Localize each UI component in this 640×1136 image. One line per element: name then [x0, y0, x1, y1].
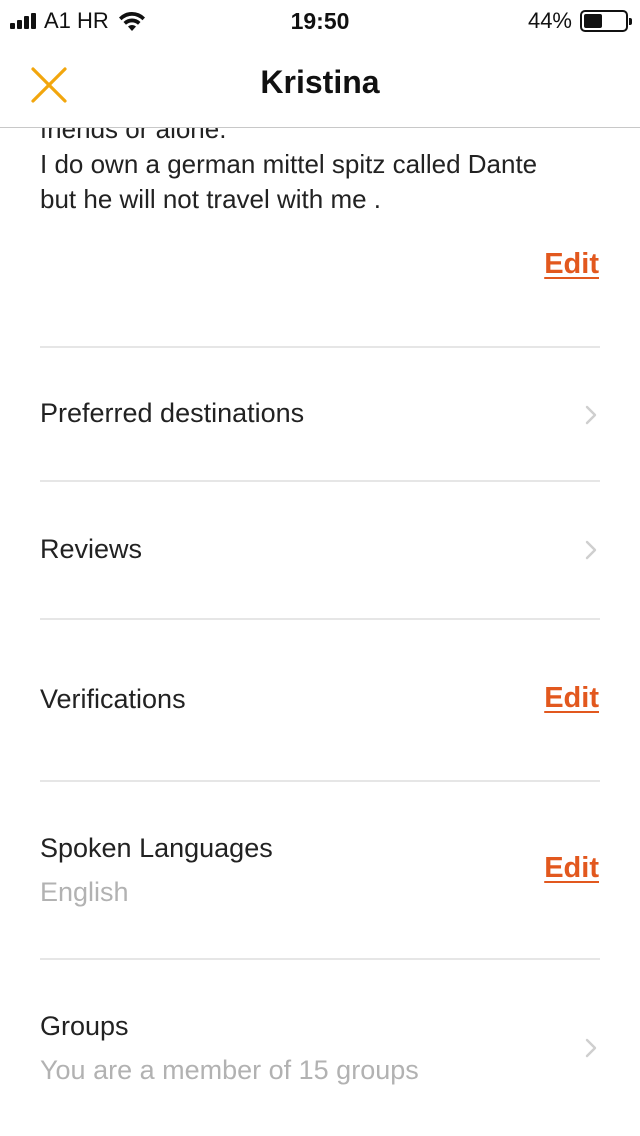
- page-title: Kristina: [260, 64, 380, 100]
- battery-percent: 44%: [527, 8, 572, 33]
- spoken-languages-value: English: [40, 877, 129, 907]
- reviews-label: Reviews: [40, 534, 143, 564]
- profile-content[interactable]: friends or alone. I do own a german mitt…: [0, 128, 640, 1136]
- spoken-languages-edit-button[interactable]: Edit: [544, 852, 599, 885]
- verifications-edit-button[interactable]: Edit: [544, 682, 599, 715]
- nav-bar: Kristina: [0, 42, 640, 128]
- chevron-right-icon: [585, 1038, 597, 1058]
- groups-row[interactable]: [0, 960, 640, 1136]
- verifications-label: Verifications: [40, 684, 186, 714]
- divider: [40, 618, 600, 620]
- battery-fill: [584, 14, 602, 28]
- groups-value: You are a member of 15 groups: [40, 1055, 419, 1085]
- divider: [40, 780, 600, 782]
- status-right: 44%: [527, 8, 632, 34]
- about-line: friends or alone.: [40, 128, 227, 144]
- about-edit-button[interactable]: Edit: [544, 248, 599, 281]
- battery-icon: [580, 10, 632, 32]
- chevron-right-icon: [585, 540, 597, 560]
- status-bar: A1 HR 19:50 44%: [0, 0, 640, 42]
- about-text: friends or alone. I do own a german mitt…: [40, 128, 610, 217]
- groups-label: Groups: [40, 1011, 129, 1041]
- spoken-languages-label: Spoken Languages: [40, 833, 273, 863]
- about-line: but he will not travel with me .: [40, 184, 382, 214]
- about-line: I do own a german mittel spitz called Da…: [40, 149, 538, 179]
- preferred-destinations-label: Preferred destinations: [40, 398, 305, 428]
- chevron-right-icon: [585, 405, 597, 425]
